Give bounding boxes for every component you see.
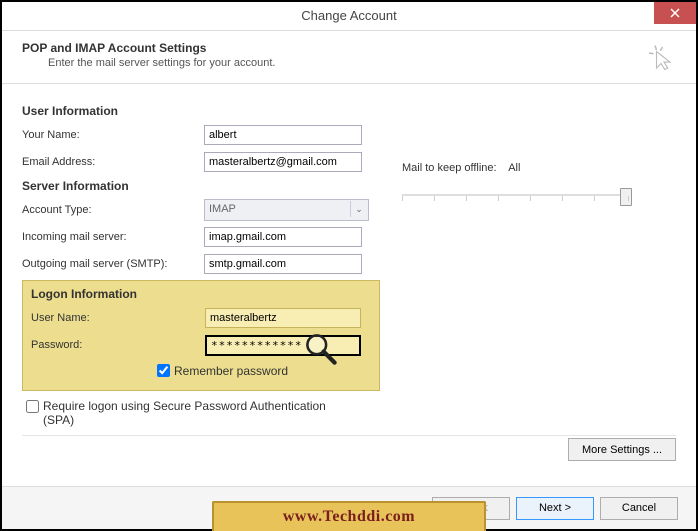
section-user-info: User Information	[22, 104, 676, 118]
more-settings-button[interactable]: More Settings ...	[568, 438, 676, 461]
username-input[interactable]	[205, 308, 361, 328]
label-outgoing: Outgoing mail server (SMTP):	[22, 258, 204, 270]
change-account-window: Change Account POP and IMAP Account Sett…	[0, 0, 698, 531]
incoming-server-input[interactable]	[204, 227, 362, 247]
header-title: POP and IMAP Account Settings	[22, 41, 676, 55]
form-body: User Information Your Name: Email Addres…	[2, 84, 696, 446]
label-password: Password:	[31, 339, 205, 351]
header: POP and IMAP Account Settings Enter the …	[2, 31, 696, 84]
section-logon-info: Logon Information	[31, 287, 371, 301]
label-incoming: Incoming mail server:	[22, 231, 204, 243]
account-type-select: IMAP ⌄	[204, 199, 369, 221]
close-button[interactable]	[654, 2, 696, 24]
cancel-button[interactable]: Cancel	[600, 497, 678, 520]
separator	[22, 435, 676, 436]
logon-info-box: Logon Information User Name: Password: R…	[22, 280, 380, 391]
password-input[interactable]	[205, 335, 361, 356]
your-name-input[interactable]	[204, 125, 362, 145]
watermark: www.Techddi.com	[212, 501, 486, 531]
account-type-value: IMAP	[209, 203, 236, 215]
window-title: Change Account	[301, 8, 396, 23]
email-input[interactable]	[204, 152, 362, 172]
slider-ticks	[402, 196, 632, 202]
next-button[interactable]: Next >	[516, 497, 594, 520]
mail-offline-value: All	[508, 162, 520, 174]
click-cursor-icon	[646, 41, 676, 71]
label-email: Email Address:	[22, 156, 204, 168]
label-mail-offline: Mail to keep offline:	[402, 162, 497, 174]
mail-offline-group: Mail to keep offline: All	[402, 162, 632, 202]
spa-checkbox[interactable]	[26, 400, 39, 413]
label-username: User Name:	[31, 312, 205, 324]
label-spa: Require logon using Secure Password Auth…	[43, 399, 343, 427]
outgoing-server-input[interactable]	[204, 254, 362, 274]
label-remember: Remember password	[174, 364, 288, 378]
label-account-type: Account Type:	[22, 204, 204, 216]
chevron-down-icon: ⌄	[350, 201, 367, 217]
label-your-name: Your Name:	[22, 129, 204, 141]
header-subtitle: Enter the mail server settings for your …	[22, 57, 676, 69]
remember-password-checkbox[interactable]	[157, 364, 170, 377]
titlebar: Change Account	[2, 2, 696, 31]
